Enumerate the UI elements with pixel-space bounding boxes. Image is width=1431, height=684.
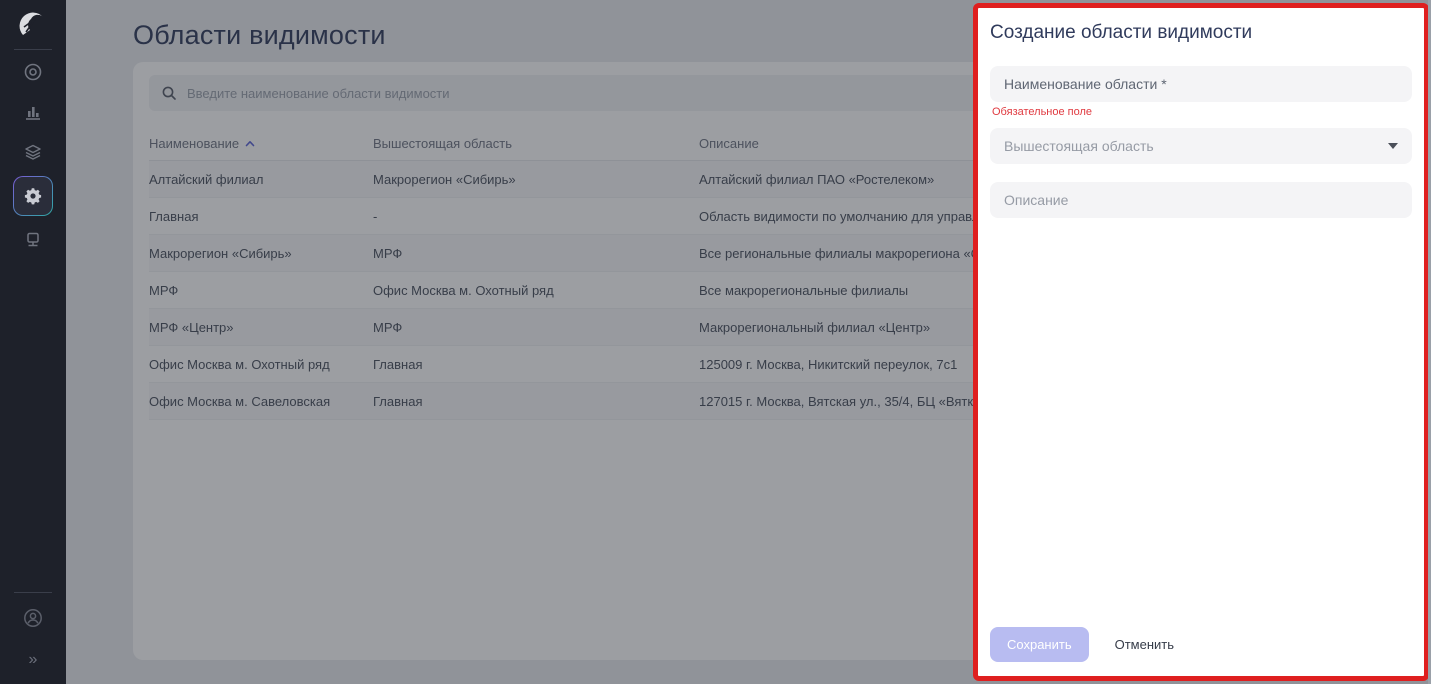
target-icon bbox=[24, 63, 42, 81]
sidebar: » bbox=[0, 0, 66, 684]
sidebar-divider-bottom bbox=[14, 592, 52, 593]
bar-chart-icon bbox=[26, 107, 40, 120]
monitor-network-icon bbox=[27, 232, 39, 247]
sidebar-item-monitoring[interactable] bbox=[13, 52, 53, 92]
description-input[interactable] bbox=[1004, 192, 1398, 208]
sidebar-item-layers[interactable] bbox=[13, 132, 53, 172]
chevron-down-icon bbox=[1388, 143, 1398, 149]
scope-name-field[interactable] bbox=[990, 66, 1412, 102]
gear-icon bbox=[24, 188, 42, 205]
sidebar-divider-top bbox=[14, 49, 52, 50]
double-chevron-right-icon: » bbox=[28, 651, 38, 668]
create-scope-drawer: Создание области видимости Обязательное … bbox=[973, 3, 1429, 681]
sidebar-item-profile[interactable] bbox=[13, 598, 53, 638]
app-logo[interactable] bbox=[0, 8, 66, 42]
parent-scope-placeholder: Вышестоящая область bbox=[1004, 138, 1154, 154]
user-icon bbox=[24, 609, 42, 627]
cancel-button[interactable]: Отменить bbox=[1115, 637, 1174, 652]
required-field-error: Обязательное поле bbox=[992, 106, 1093, 118]
description-field[interactable] bbox=[990, 182, 1412, 218]
parent-scope-select[interactable]: Вышестоящая область bbox=[990, 128, 1412, 164]
scope-name-input[interactable] bbox=[1004, 76, 1398, 92]
drawer-actions: Сохранить Отменить bbox=[990, 627, 1174, 662]
sidebar-collapse-toggle[interactable]: » bbox=[13, 640, 53, 680]
sidebar-item-devices[interactable] bbox=[13, 220, 53, 260]
layers-icon bbox=[25, 144, 41, 160]
sidebar-item-settings[interactable] bbox=[13, 176, 53, 216]
logo-icon bbox=[19, 12, 43, 35]
drawer-title: Создание области видимости bbox=[990, 22, 1253, 43]
save-button[interactable]: Сохранить bbox=[990, 627, 1089, 662]
sidebar-item-reports[interactable] bbox=[13, 92, 53, 132]
